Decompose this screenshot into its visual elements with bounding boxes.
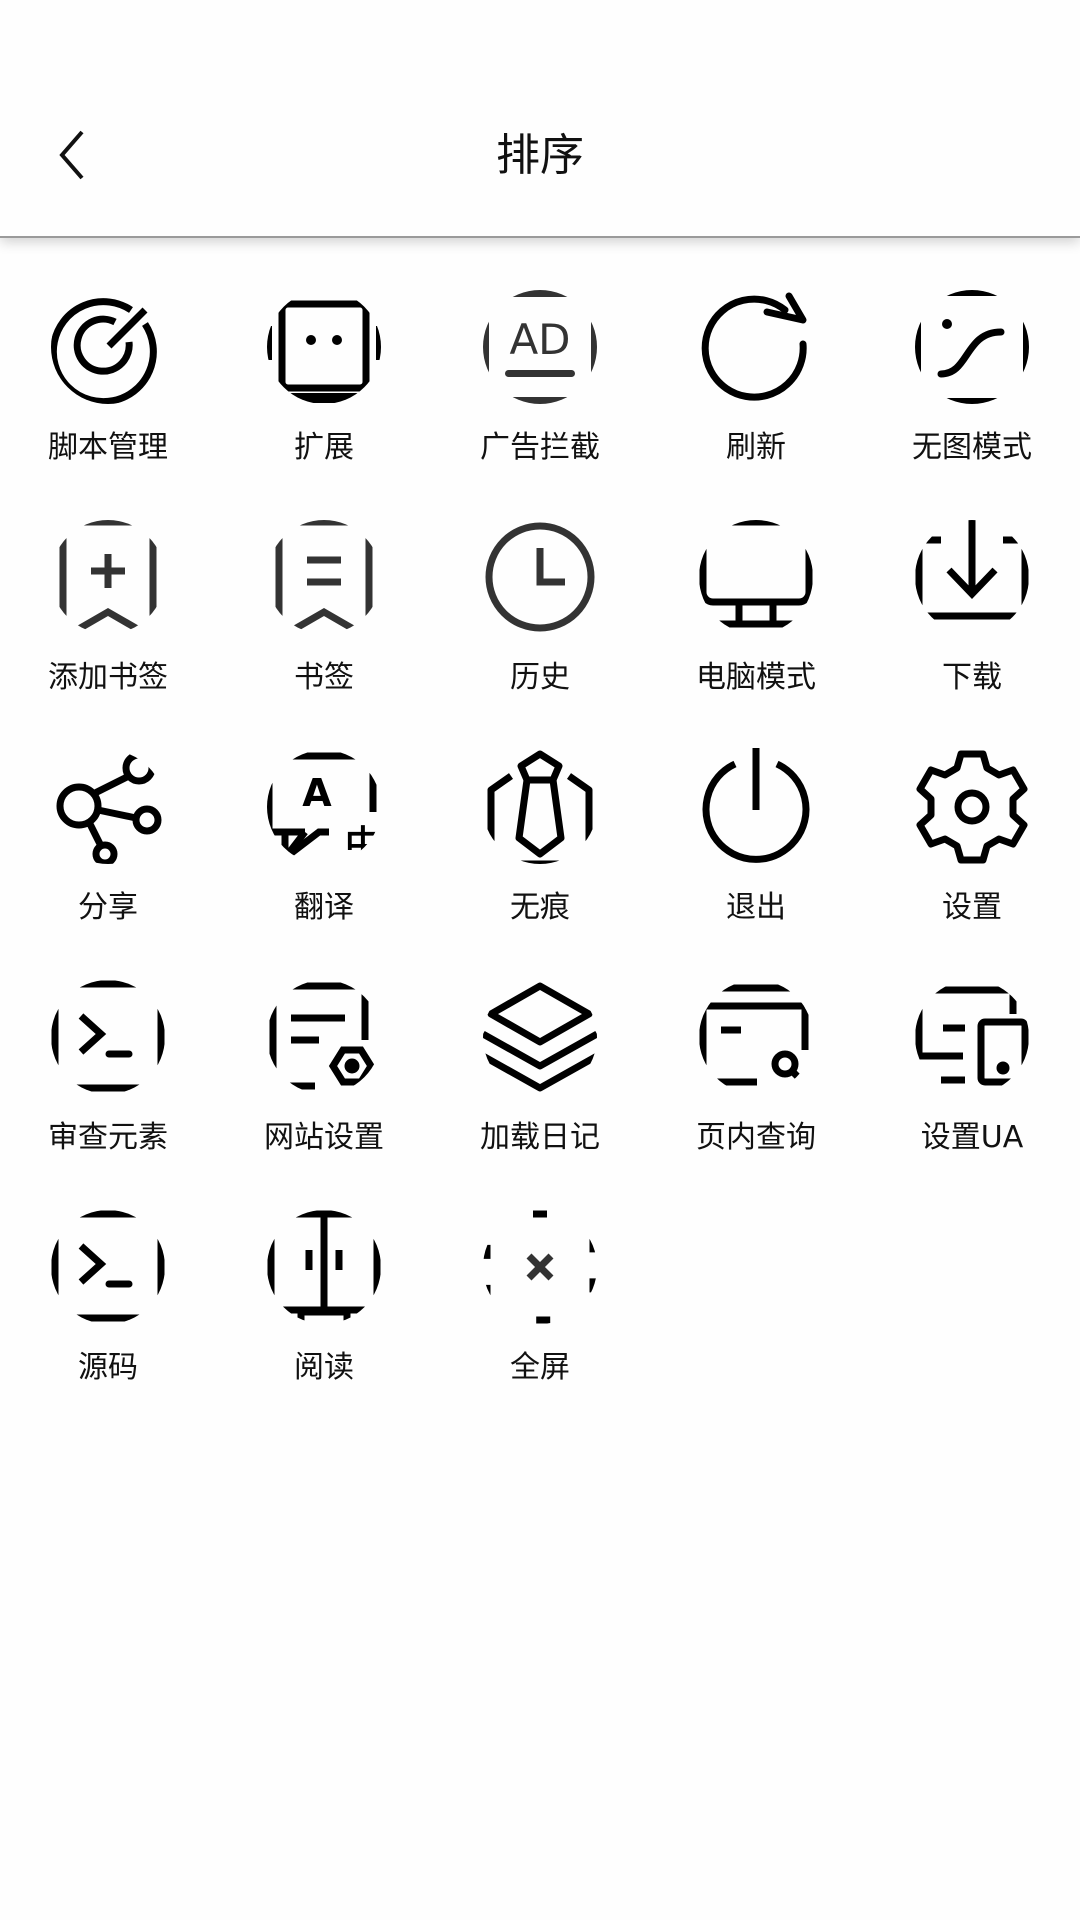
menu-item-settings[interactable]: 设置 [864, 742, 1080, 972]
menu-item-inspect-element[interactable]: 审查元素 [0, 972, 216, 1202]
menu-item-label: 审查元素 [48, 1120, 168, 1155]
top-app-bar: 排序 [0, 0, 1080, 238]
menu-item-download[interactable]: 下载 [864, 512, 1080, 742]
menu-item-no-image-mode[interactable]: 无图模式 [864, 282, 1080, 512]
menu-item-label: 阅读 [294, 1350, 354, 1385]
bookmark-icon [265, 518, 383, 636]
menu-item-label: 下载 [942, 660, 1002, 695]
refresh-icon [697, 288, 815, 406]
menu-item-script-manager[interactable]: 脚本管理 [0, 282, 216, 512]
svg-text:中: 中 [345, 824, 381, 865]
translate-icon: A 中 [265, 748, 383, 866]
clock-icon [481, 518, 599, 636]
fullscreen-exit-icon [481, 1208, 599, 1326]
menu-item-fullscreen[interactable]: 全屏 [432, 1202, 648, 1432]
menu-item-label: 历史 [510, 660, 570, 695]
menu-item-label: 加载日记 [480, 1120, 600, 1155]
menu-item-label: 扩展 [294, 430, 354, 465]
incognito-tie-icon [481, 748, 599, 866]
menu-item-label: 电脑模式 [696, 660, 816, 695]
menu-item-translate[interactable]: A 中 翻译 [216, 742, 432, 972]
menu-item-label: 翻译 [294, 890, 354, 925]
menu-item-label: 设置UA [920, 1120, 1024, 1155]
desktop-monitor-icon [697, 518, 815, 636]
menu-item-label: 刷新 [726, 430, 786, 465]
layers-icon [481, 978, 599, 1096]
menu-item-desktop-mode[interactable]: 电脑模式 [648, 512, 864, 742]
menu-item-bookmarks[interactable]: 书签 [216, 512, 432, 742]
menu-item-label: 网站设置 [264, 1120, 384, 1155]
menu-item-refresh[interactable]: 刷新 [648, 282, 864, 512]
devices-icon [913, 978, 1031, 1096]
menu-item-label: 设置 [942, 890, 1002, 925]
menu-item-label: 脚本管理 [48, 430, 168, 465]
sortable-menu-grid: 脚本管理 扩展 AD 广告拦截 刷新 无图模式 添加书签 书签 历史 电脑模式 … [0, 282, 1080, 1432]
menu-item-add-bookmark[interactable]: 添加书签 [0, 512, 216, 742]
find-in-page-icon [697, 978, 815, 1096]
ad-block-icon: AD [481, 288, 599, 406]
svg-text:A: A [302, 771, 332, 815]
menu-item-label: 全屏 [510, 1350, 570, 1385]
menu-item-label: 退出 [726, 890, 786, 925]
menu-item-share[interactable]: 分享 [0, 742, 216, 972]
terminal-icon [49, 1208, 167, 1326]
menu-item-label: 书签 [294, 660, 354, 695]
menu-item-exit[interactable]: 退出 [648, 742, 864, 972]
menu-item-label: 源码 [78, 1350, 138, 1385]
terminal-icon [49, 978, 167, 1096]
menu-item-find-in-page[interactable]: 页内查询 [648, 972, 864, 1202]
menu-item-extension[interactable]: 扩展 [216, 282, 432, 512]
menu-item-label: 分享 [78, 890, 138, 925]
menu-item-view-source[interactable]: 源码 [0, 1202, 216, 1432]
share-icon [49, 748, 167, 866]
svg-text:AD: AD [509, 315, 570, 364]
menu-item-site-settings[interactable]: 网站设置 [216, 972, 432, 1202]
menu-item-label: 无图模式 [912, 430, 1032, 465]
page-title: 排序 [496, 130, 584, 181]
menu-item-ad-block[interactable]: AD 广告拦截 [432, 282, 648, 512]
bookmark-add-icon [49, 518, 167, 636]
gear-icon [913, 748, 1031, 866]
menu-item-label: 页内查询 [696, 1120, 816, 1155]
download-icon [913, 518, 1031, 636]
no-image-icon [913, 288, 1031, 406]
menu-item-reading-mode[interactable]: 阅读 [216, 1202, 432, 1432]
menu-item-label: 广告拦截 [480, 430, 600, 465]
script-radar-icon [49, 288, 167, 406]
site-settings-icon [265, 978, 383, 1096]
menu-item-label: 添加书签 [48, 660, 168, 695]
menu-item-set-ua[interactable]: 设置UA [864, 972, 1080, 1202]
menu-item-incognito[interactable]: 无痕 [432, 742, 648, 972]
power-icon [697, 748, 815, 866]
menu-item-history[interactable]: 历史 [432, 512, 648, 742]
extension-robot-icon [265, 288, 383, 406]
menu-item-label: 无痕 [510, 890, 570, 925]
reading-book-icon [265, 1208, 383, 1326]
menu-item-load-log[interactable]: 加载日记 [432, 972, 648, 1202]
